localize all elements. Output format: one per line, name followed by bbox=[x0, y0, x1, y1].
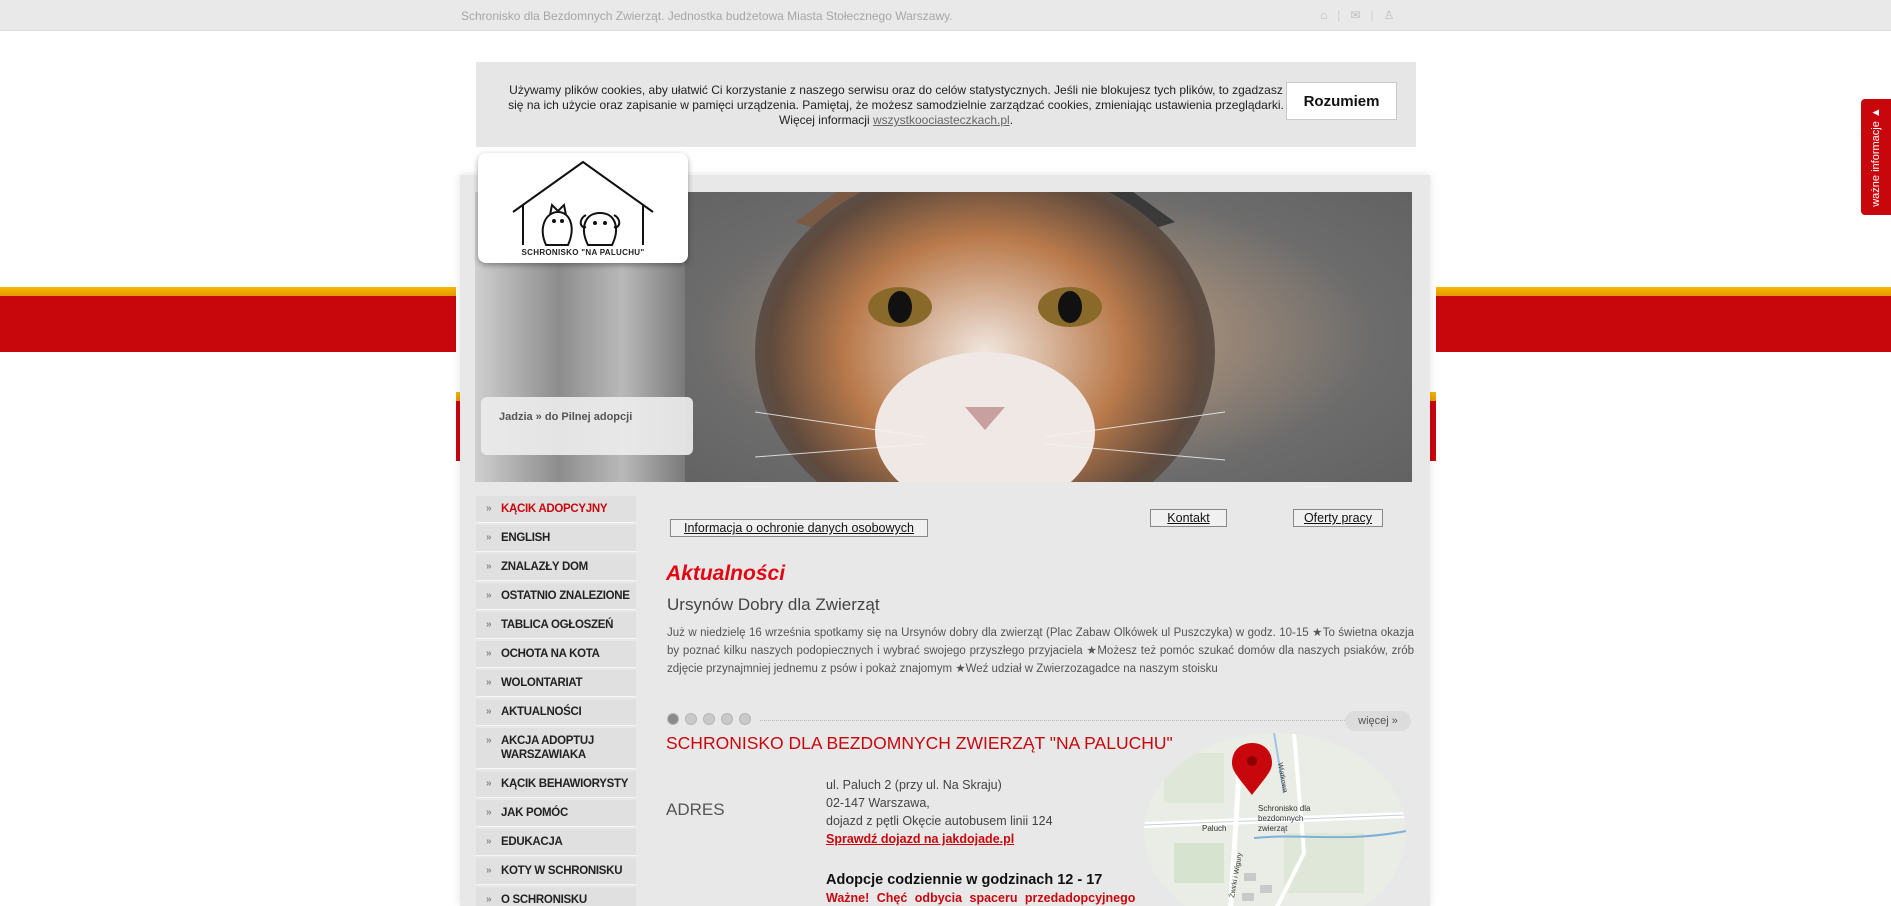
sidebar-item-label: ENGLISH bbox=[501, 532, 551, 544]
slider-dot[interactable] bbox=[667, 713, 679, 725]
slider-dot[interactable] bbox=[703, 713, 715, 725]
address-line: 02-147 Warszawa, bbox=[826, 796, 930, 810]
sidebar-item[interactable]: » ZNALAZŁY DOM bbox=[476, 554, 636, 581]
chevron-right-icon: » bbox=[486, 532, 492, 543]
sidebar-item[interactable]: » AKTUALNOŚCI bbox=[476, 699, 636, 726]
chevron-right-icon: » bbox=[486, 807, 492, 818]
chevron-right-icon: » bbox=[486, 706, 492, 717]
sidebar-item[interactable]: » EDUKACJA bbox=[476, 829, 636, 856]
sidebar-item[interactable]: » KĄCIK BEHAWIORYSTY bbox=[476, 771, 636, 798]
address-line: dojazd z pętli Okęcie autobusem linii 12… bbox=[826, 814, 1053, 828]
divider: | bbox=[1370, 8, 1374, 22]
sidebar-item[interactable]: » O SCHRONISKU bbox=[476, 887, 636, 906]
more-news-button[interactable]: więcej » bbox=[1345, 711, 1411, 731]
news-article-body: Już w niedzielę 16 września spotkamy się… bbox=[667, 627, 1414, 675]
sidebar-menu: » KĄCIK ADOPCYJNY » ENGLISH » ZNALAZŁY DOM » OS… bbox=[476, 496, 636, 906]
important-notice: Ważne! Chęć odbycia spaceru przedadopcyj… bbox=[826, 891, 1136, 905]
dotted-divider bbox=[760, 720, 1345, 721]
map-pin-label: Schronisko dla bbox=[1258, 804, 1311, 813]
chevron-right-icon: » bbox=[486, 865, 492, 876]
map-street-label: Paluch bbox=[1202, 824, 1226, 833]
logo-text: SCHRONISKO "NA PALUCHU" bbox=[521, 248, 645, 257]
right-stripe-top bbox=[1436, 287, 1891, 352]
sidebar-item[interactable]: » TABLICA OGŁOSZEŃ bbox=[476, 612, 636, 639]
chevron-right-icon: » bbox=[486, 619, 492, 630]
cookie-info-link[interactable]: wszystkoociasteczkach.pl bbox=[873, 113, 1010, 127]
sidebar-item-label: O SCHRONISKU bbox=[501, 894, 587, 906]
cat-photo bbox=[754, 192, 1226, 482]
divider: | bbox=[1337, 8, 1341, 22]
sidebar-item[interactable]: » AKCJA ADOPTUJ WARSZAWIAKA bbox=[476, 728, 636, 769]
shelter-title: SCHRONISKO DLA BEZDOMNYCH ZWIERZĄT "NA P… bbox=[666, 733, 1173, 753]
slider-dot[interactable] bbox=[685, 713, 697, 725]
home-icon[interactable]: ⌂ bbox=[1320, 8, 1327, 22]
sidebar-item[interactable]: » KĄCIK ADOPCYJNY bbox=[476, 496, 636, 523]
sidebar-item-label: OSTATNIO ZNALEZIONE bbox=[501, 590, 630, 602]
left-stripe-top bbox=[0, 287, 456, 352]
address-line: ul. Paluch 2 (przy ul. Na Skraju) bbox=[826, 778, 1002, 792]
slider-dot[interactable] bbox=[721, 713, 733, 725]
sidebar-item[interactable]: » ENGLISH bbox=[476, 525, 636, 552]
sidebar-item[interactable]: » OCHOTA NA KOTA bbox=[476, 641, 636, 668]
mail-icon[interactable]: ✉ bbox=[1350, 8, 1360, 22]
site-tagline: Schronisko dla Bezdomnych Zwierząt. Jedn… bbox=[461, 9, 953, 23]
adoption-hours: Adopcje codziennie w godzinach 12 - 17 bbox=[826, 872, 1103, 888]
sidebar-item-label: KĄCIK BEHAWIORYSTY bbox=[501, 778, 629, 790]
important-info-tab[interactable]: ważne informacje ▲ bbox=[1861, 99, 1891, 215]
important-info-label: ważne informacje ▲ bbox=[1870, 107, 1882, 207]
sitemap-icon[interactable]: ♙ bbox=[1384, 8, 1395, 22]
chevron-right-icon: » bbox=[486, 590, 492, 601]
jobs-button[interactable]: Oferty pracy bbox=[1293, 509, 1383, 527]
map-pin-label: zwierząt bbox=[1258, 824, 1288, 833]
sidebar-item-label: OCHOTA NA KOTA bbox=[501, 648, 600, 660]
cookie-accept-button[interactable]: Rozumiem bbox=[1286, 82, 1397, 120]
news-heading: Aktualności bbox=[666, 562, 786, 585]
hero-caption[interactable]: Jadzia » do Pilnej adopcji bbox=[481, 397, 693, 455]
cookie-text: Używamy plików cookies, aby ułatwić Ci k… bbox=[506, 83, 1286, 128]
shelter-logo[interactable]: SCHRONISKO "NA PALUCHU" bbox=[478, 153, 688, 263]
news-article-title[interactable]: Ursynów Dobry dla Zwierząt bbox=[667, 595, 880, 615]
sidebar-item[interactable]: » KOTY W SCHRONISKU bbox=[476, 858, 636, 885]
slider-dots bbox=[667, 713, 751, 725]
privacy-info-button[interactable]: Informacja o ochronie danych osobowych bbox=[670, 519, 928, 537]
sidebar-item-label: JAK POMÓC bbox=[501, 807, 568, 819]
chevron-right-icon: » bbox=[486, 778, 492, 789]
chevron-right-icon: » bbox=[486, 735, 492, 746]
route-link[interactable]: Sprawdź dojazd na jakdojade.pl bbox=[826, 832, 1014, 846]
cookie-banner: Używamy plików cookies, aby ułatwić Ci k… bbox=[476, 62, 1416, 147]
sidebar-item[interactable]: » WOLONTARIAT bbox=[476, 670, 636, 697]
sidebar-item-label: KĄCIK ADOPCYJNY bbox=[501, 503, 608, 515]
sidebar-item-label: ZNALAZŁY DOM bbox=[501, 561, 588, 573]
top-icons: ⌂ | ✉ | ♙ bbox=[1320, 8, 1394, 22]
chevron-right-icon: » bbox=[486, 677, 492, 688]
chevron-right-icon: » bbox=[486, 503, 492, 514]
sidebar-item-label: TABLICA OGŁOSZEŃ bbox=[501, 619, 614, 631]
sidebar-item-label: WOLONTARIAT bbox=[501, 677, 583, 689]
cookie-period: . bbox=[1009, 113, 1014, 127]
chevron-right-icon: » bbox=[486, 648, 492, 659]
sidebar-item-label: AKCJA ADOPTUJ WARSZAWIAKA bbox=[501, 735, 595, 761]
house-pets-logo-icon bbox=[512, 160, 654, 246]
map-pin-label: bezdomnych bbox=[1258, 814, 1303, 823]
chevron-right-icon: » bbox=[486, 836, 492, 847]
sidebar-item[interactable]: » JAK POMÓC bbox=[476, 800, 636, 827]
top-bar: Schronisko dla Bezdomnych Zwierząt. Jedn… bbox=[0, 0, 1891, 31]
sidebar-item-label: EDUKACJA bbox=[501, 836, 563, 848]
sidebar-item[interactable]: » OSTATNIO ZNALEZIONE bbox=[476, 583, 636, 610]
sidebar-item-label: AKTUALNOŚCI bbox=[501, 706, 582, 718]
address-block: ul. Paluch 2 (przy ul. Na Skraju) 02-147… bbox=[826, 776, 1053, 848]
address-label: ADRES bbox=[666, 800, 725, 819]
contact-button[interactable]: Kontakt bbox=[1150, 509, 1227, 527]
chevron-right-icon: » bbox=[486, 561, 492, 572]
sidebar-item-label: KOTY W SCHRONISKU bbox=[501, 865, 623, 877]
chevron-right-icon: » bbox=[486, 894, 492, 905]
slider-dot[interactable] bbox=[739, 713, 751, 725]
